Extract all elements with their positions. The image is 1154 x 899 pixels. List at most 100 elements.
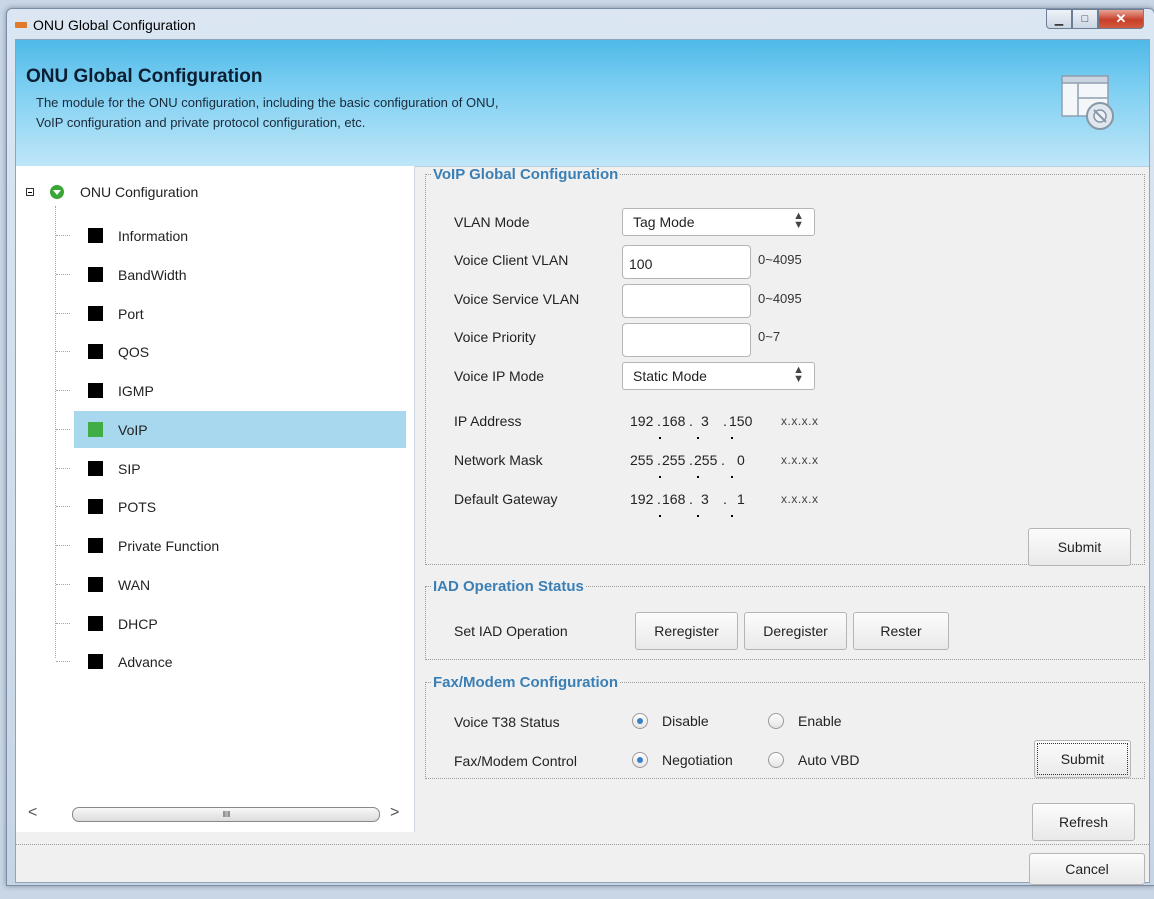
voice-client-vlan-label: Voice Client VLAN (454, 252, 569, 268)
radio-label: Disable (662, 713, 709, 729)
tick-mark (659, 476, 661, 478)
scroll-thumb[interactable]: IIIIII (72, 807, 380, 822)
tree-connector (56, 584, 70, 585)
scroll-right-icon[interactable]: > (390, 804, 399, 822)
spinner-arrows-icon: ▲ ▼ (793, 210, 804, 231)
radio-selected-icon (632, 713, 648, 729)
tree-connector (56, 274, 70, 275)
rester-button[interactable]: Rester (853, 612, 949, 650)
footer-separator (16, 844, 1149, 845)
set-iad-operation-label: Set IAD Operation (454, 623, 568, 639)
title-bar[interactable]: ONU Global Configuration ▁ □ ✕ (7, 9, 1154, 39)
tree-item-port[interactable]: Port (56, 295, 406, 332)
tree-item-sip[interactable]: SIP (56, 450, 406, 487)
mask-format-hint: x.x.x.x (781, 453, 819, 467)
tree-connector (56, 390, 70, 391)
client-vlan-range: 0~4095 (758, 252, 802, 267)
app-window: ONU Global Configuration ▁ □ ✕ ONU Globa… (6, 8, 1154, 886)
vlan-mode-select[interactable]: Tag Mode ▲ ▼ (622, 208, 815, 236)
tree-item-label: WAN (118, 576, 151, 593)
tree-item-private-function[interactable]: Private Function (56, 527, 406, 564)
ip-mode-value: Static Mode (633, 368, 707, 384)
vlan-mode-label: VLAN Mode (454, 214, 530, 230)
scroll-left-icon[interactable]: < (28, 804, 37, 822)
network-mask-input[interactable]: 255. 255. 255. 0 (630, 446, 770, 482)
node-square-icon (88, 499, 103, 514)
page-description: The module for the ONU configuration, in… (36, 93, 498, 133)
collapse-icon[interactable] (26, 188, 34, 196)
spinner-arrows-icon: ▲ ▼ (793, 364, 804, 385)
tick-mark (731, 515, 733, 517)
tree-item-label: SIP (118, 460, 141, 477)
ip-dot: . (689, 452, 693, 468)
fax-modem-control-label: Fax/Modem Control (454, 753, 577, 769)
tree-connector (56, 235, 70, 236)
voice-ip-mode-label: Voice IP Mode (454, 368, 545, 384)
cancel-button[interactable]: Cancel (1029, 853, 1145, 885)
tree-item-voip[interactable]: VoIP (56, 411, 406, 448)
node-square-icon (88, 306, 103, 321)
voice-priority-input[interactable] (622, 323, 751, 357)
tree-item-qos[interactable]: QOS (56, 333, 406, 370)
node-square-icon (88, 383, 103, 398)
gw-octet: 1 (737, 491, 745, 507)
node-square-icon (88, 422, 103, 437)
voice-client-vlan-input[interactable]: 100 (622, 245, 751, 279)
fax-modem-config-group: Fax/Modem Configuration Voice T38 Status… (425, 674, 1145, 779)
tree-connector (56, 661, 70, 662)
t38-enable-radio[interactable]: Enable (768, 713, 842, 729)
node-square-icon (88, 577, 103, 592)
tree-root[interactable]: ONU Configuration (26, 184, 198, 200)
tick-mark (697, 515, 699, 517)
node-square-icon (88, 538, 103, 553)
t38-disable-radio[interactable]: Disable (632, 713, 709, 729)
deregister-button[interactable]: Deregister (744, 612, 847, 650)
voip-submit-button[interactable]: Submit (1028, 528, 1131, 566)
voice-ip-mode-select[interactable]: Static Mode ▲ ▼ (622, 362, 815, 390)
node-square-icon (88, 461, 103, 476)
mask-octet: 255 (662, 452, 686, 468)
ip-address-input[interactable]: 192. 168. 3. 150 (630, 407, 770, 443)
negotiation-radio[interactable]: Negotiation (632, 752, 733, 768)
tree-item-label: IGMP (118, 382, 154, 399)
node-square-icon (88, 228, 103, 243)
tree-connector (56, 623, 70, 624)
reregister-button[interactable]: Reregister (635, 612, 738, 650)
tree-item-label: VoIP (118, 421, 148, 438)
default-gateway-input[interactable]: 192. 168. 3. 1 (630, 485, 770, 521)
tree-item-bandwidth[interactable]: BandWidth (56, 256, 406, 293)
radio-unselected-icon (768, 713, 784, 729)
tree-item-pots[interactable]: POTS (56, 488, 406, 525)
ip-octet: 168 (662, 413, 686, 429)
horizontal-scrollbar[interactable]: < IIIIII > (16, 801, 414, 827)
tree-item-igmp[interactable]: IGMP (56, 372, 406, 409)
caption-buttons: ▁ □ ✕ (1046, 9, 1144, 31)
auto-vbd-radio[interactable]: Auto VBD (768, 752, 859, 768)
config-panel: VoIP Global Configuration VLAN Mode Tag … (420, 166, 1149, 841)
tick-mark (697, 437, 699, 439)
tree-connector (56, 545, 70, 546)
tree-item-dhcp[interactable]: DHCP (56, 605, 406, 642)
tree-item-label: Advance (118, 653, 173, 670)
tree-root-label: ONU Configuration (80, 184, 199, 200)
description-line-1: The module for the ONU configuration, in… (36, 95, 499, 110)
radio-label: Enable (798, 713, 842, 729)
tree-item-advance[interactable]: Advance (56, 643, 406, 680)
tick-mark (731, 437, 733, 439)
tree-item-wan[interactable]: WAN (56, 566, 406, 603)
tree-item-label: Information (118, 227, 189, 244)
tree-connector (56, 351, 70, 352)
header-banner: ONU Global Configuration The module for … (16, 40, 1149, 167)
tick-mark (659, 437, 661, 439)
voice-service-vlan-input[interactable] (622, 284, 751, 318)
refresh-button[interactable]: Refresh (1032, 803, 1135, 841)
ip-octet: 192 (630, 413, 654, 429)
close-button[interactable]: ✕ (1098, 9, 1144, 29)
fax-submit-button[interactable]: Submit (1034, 740, 1131, 778)
tree-item-information[interactable]: Information (56, 217, 406, 254)
ip-dot: . (657, 491, 661, 507)
maximize-button[interactable]: □ (1072, 9, 1098, 29)
node-square-icon (88, 616, 103, 631)
tree-item-label: POTS (118, 498, 157, 515)
minimize-button[interactable]: ▁ (1046, 9, 1072, 29)
